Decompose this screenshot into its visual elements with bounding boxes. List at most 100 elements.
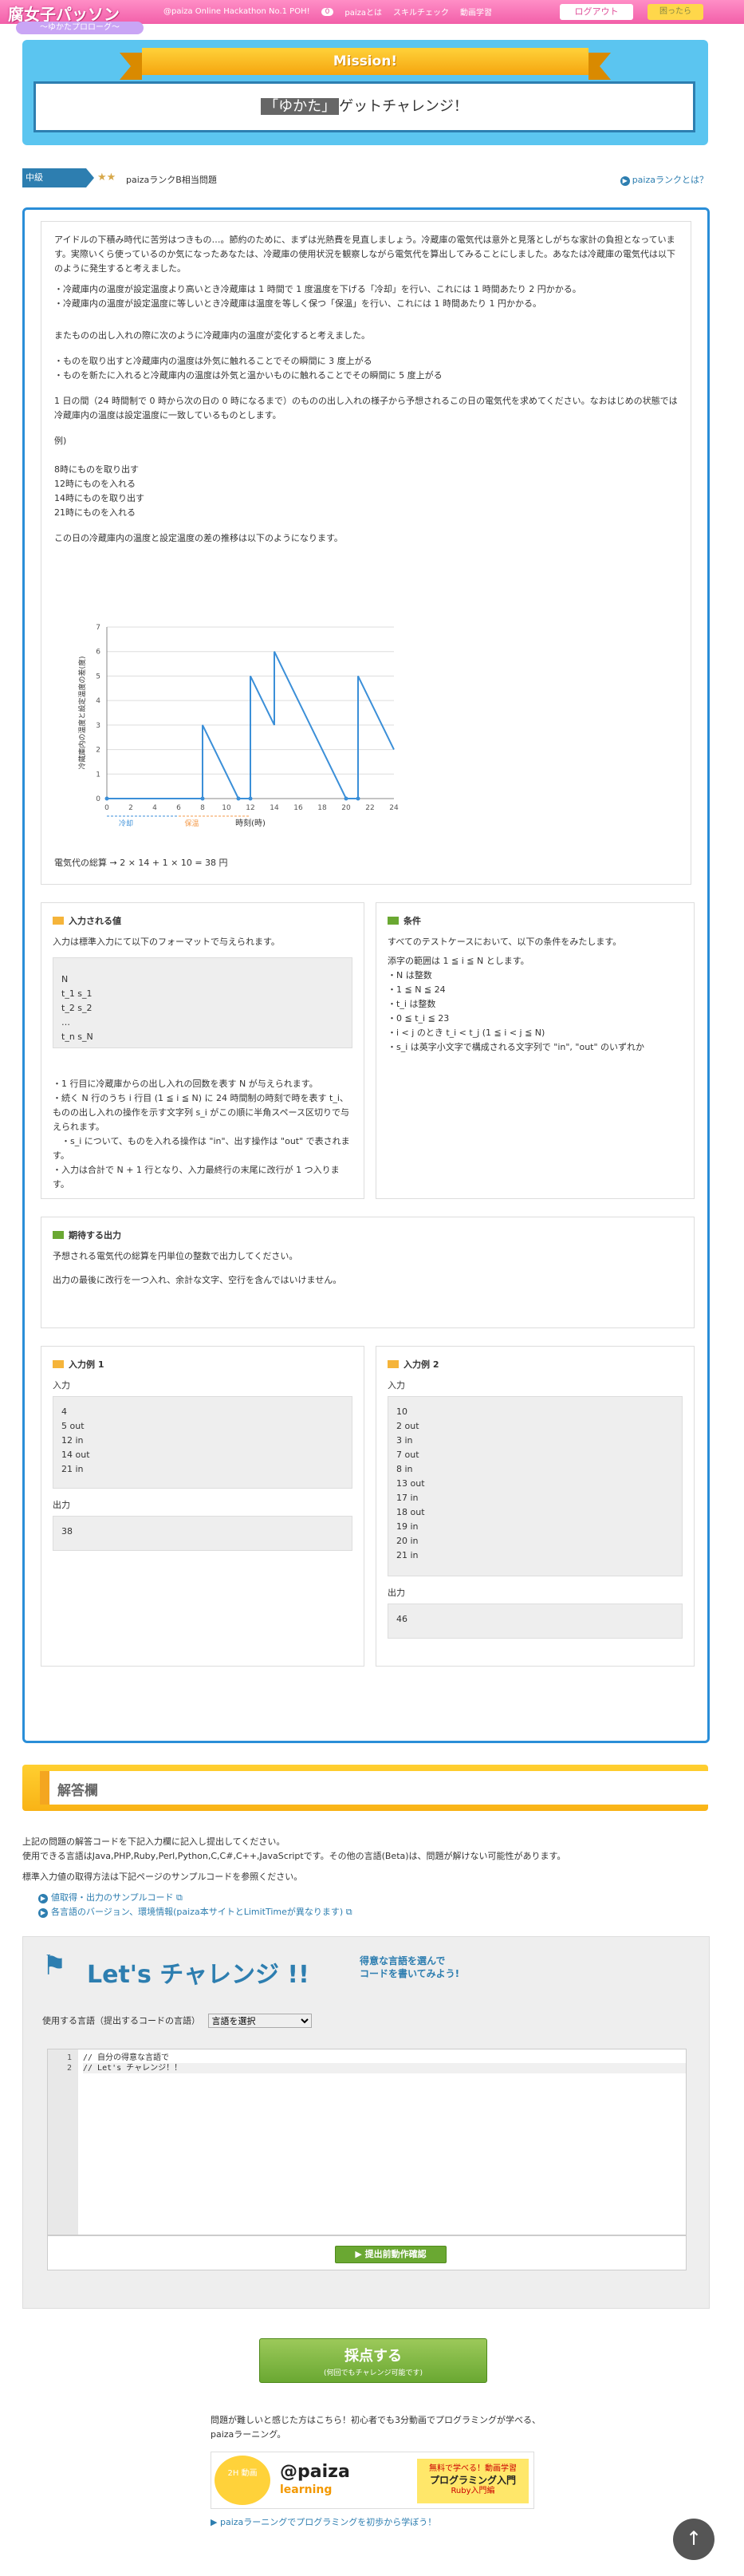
language-row: 使用する言語（提出するコードの言語） 言語を選択: [42, 2014, 312, 2028]
expected-output-line: 出力の最後に改行を一つ入れ、余計な文字、空行を含んではいけません。: [53, 1275, 342, 1285]
temperature-chart: 012345670 2 4 6 8 10 12 14 16 18 20 22 24時刻(時)冷蔵庫内の温…: [77, 624, 399, 828]
level-bar: 中級 ★★ paizaランクB相当問題 ▶ paizaランクとは？: [22, 168, 708, 191]
header-nav: @paiza Online Hackathon No.1 POH! 0 paiz…: [163, 6, 492, 18]
x-tick-label: 14: [270, 804, 279, 812]
input-spec-note: ・s_i について、ものを入れる操作は "in"、出す操作は "out" で表さ…: [53, 1136, 350, 1161]
expected-output-title: 期待する出力: [53, 1229, 683, 1241]
lets-challenge-banner: ⚑ Let's チャレンジ !! 得意な言語を選んで コードを書いてみよう!: [42, 1945, 521, 1989]
y-tick-label: 2: [96, 747, 100, 755]
run-check-button[interactable]: ▶ 提出前動作確認: [335, 2246, 447, 2263]
learning-link[interactable]: ▶ paizaラーニングでプログラミングを初歩から学ぼう！: [211, 2515, 436, 2528]
condition-item: ・s_i は英字小文字で構成される文字列で "in", "out" のいずれか: [388, 1042, 645, 1052]
data-point: [200, 796, 205, 801]
conditions-title: 条件: [388, 914, 683, 927]
mission-panel: Mission! 「ゆかた」 ゲットチャレンジ！: [22, 40, 708, 145]
data-point: [236, 796, 241, 801]
data-point: [356, 796, 360, 801]
problem-paragraph: またものの出し入れの際に次のように冷蔵庫内の温度が変化すると考えました。: [54, 330, 370, 341]
input-spec-note: ・続く N 行のうち i 行目 (1 ≦ i ≦ N) に 24 時間制の時刻で…: [53, 1093, 349, 1132]
answer-header: 解答欄: [22, 1765, 708, 1811]
x-tick-label: 12: [246, 804, 254, 812]
input-spec-note: ・入力は合計で N + 1 行となり、入力最終行の末尾に改行が 1 つ入ります。: [53, 1165, 340, 1189]
condition-item: ・t_i は整数: [388, 999, 436, 1009]
help-button[interactable]: 困ったら: [648, 4, 703, 20]
conditions-card: 条件 すべてのテストケースにおいて、以下の条件をみたします。 添字の範囲は 1 …: [376, 902, 695, 1199]
play-icon: ▶: [355, 2249, 365, 2259]
document-icon: [53, 1231, 64, 1239]
x-tick-label: 20: [341, 804, 351, 812]
input-spec-card: 入力される値 入力は標準入力にて以下のフォーマットで与えられます。 N t_1 …: [41, 902, 364, 1199]
sample-code-link[interactable]: ▶ 値取得・出力のサンプルコード ⧉: [38, 1891, 708, 1905]
notepad-icon: [53, 1360, 64, 1368]
problem-paragraph: 例): [54, 436, 67, 446]
legend-keep: 保温: [185, 819, 199, 828]
data-point: [248, 796, 253, 801]
site-logo[interactable]: 腐女子パッソン ～ゆかたプロローグ～: [5, 2, 156, 37]
expected-output-line: 予想される電気代の総算を円単位の整数で出力してください。: [53, 1251, 298, 1261]
example2-input-label: 入力: [388, 1380, 405, 1391]
instr-line: 上記の問題の解答コードを下記入力欄に記入し提出してください。: [22, 1836, 285, 1847]
nav-count-badge: 0: [321, 7, 334, 16]
x-tick-label: 24: [389, 804, 399, 812]
input-spec-title: 入力される値: [53, 914, 352, 927]
input-format-box: N t_1 s_1 t_2 s_2 … t_n s_N: [53, 957, 352, 1048]
problem-paragraph: ・冷蔵庫内の温度が設定温度に等しいとき冷蔵庫は温度を等しく保つ「保温」を行い、こ…: [54, 298, 541, 309]
y-tick-label: 0: [96, 795, 100, 803]
nav-poh[interactable]: @paiza Online Hackathon No.1 POH!: [163, 7, 310, 16]
instr-line: 使用できる言語はJava,PHP,Ruby,Perl,Python,C,C#,C…: [22, 1851, 566, 1861]
mission-box: 「ゆかた」 ゲットチャレンジ！: [33, 81, 695, 132]
problem-paragraph: 14時にものを取り出す: [54, 493, 144, 503]
x-tick-label: 2: [128, 804, 133, 812]
promo-text: 問題が難しいと感じた方はこちら！初心者でも3分動画でプログラミングが学べる、pa…: [211, 2415, 541, 2440]
language-label: 使用する言語（提出するコードの言語）: [42, 2015, 200, 2026]
rank-link[interactable]: ▶ paizaランクとは？: [620, 173, 708, 186]
answer-instructions: 上記の問題の解答コードを下記入力欄に記入し提出してください。 使用できる言語はJ…: [22, 1835, 708, 1919]
header-bar: 腐女子パッソン ～ゆかたプロローグ～ @paiza Online Hackath…: [0, 0, 744, 34]
mission-highlight: 「ゆかた」: [261, 98, 340, 115]
data-point: [344, 796, 348, 801]
y-axis-label: 冷蔵庫内の温度と設定温度の差(度): [77, 656, 87, 769]
x-tick-label: 8: [200, 804, 205, 812]
problem-paragraph: アイドルの下積み時代に苦労はつきもの…。節約のために、まずは光熱費を見直しましょ…: [54, 235, 676, 274]
banner-brand: @paiza learning: [280, 2462, 350, 2497]
problem-paragraph: この日の冷蔵庫内の温度と設定温度の差の推移は以下のようになります。: [54, 533, 343, 543]
mission-text: ゲットチャレンジ！: [339, 98, 468, 115]
example2-card: 入力例 2 入力 10 2 out 3 in 7 out 8 in 13 out…: [376, 1346, 695, 1667]
condition-item: ・0 ≦ t_i ≦ 23: [388, 1013, 450, 1024]
banner-right: 無料で学べる！動画学習 プログラミング入門 Ruby入門編: [417, 2459, 529, 2503]
code-area[interactable]: // 自分の得意な言語で // Let's チャレンジ！！: [78, 2049, 686, 2073]
example1-title: 入力例 1: [53, 1358, 352, 1371]
lang-version-link[interactable]: ▶ 各言語のバージョン、環境情報(paiza本サイトとLimitTimeが異なりま…: [38, 1905, 708, 1919]
language-select[interactable]: 言語を選択: [207, 2014, 312, 2028]
rank-link-label: paizaランクとは？: [632, 175, 708, 185]
y-tick-label: 3: [96, 722, 100, 730]
level-text: paizaランクB相当問題: [126, 175, 217, 185]
example2-input: 10 2 out 3 in 7 out 8 in 13 out 17 in 18…: [388, 1396, 683, 1576]
code-line: // 自分の得意な言語で: [83, 2053, 170, 2062]
code-editor[interactable]: 1 2 // 自分の得意な言語で // Let's チャレンジ！！: [47, 2049, 687, 2235]
learning-banner[interactable]: 2H 動画 @paiza learning 無料で学べる！動画学習 プログラミング…: [211, 2452, 534, 2509]
example1-input: 4 5 out 12 in 14 out 21 in: [53, 1396, 352, 1489]
problem-paragraph: ・ものを取り出すと冷蔵庫内の温度は外気に触れることでその瞬間に 3 度上がる: [54, 356, 372, 366]
example1-input-label: 入力: [53, 1380, 70, 1391]
nav-about[interactable]: paizaとは: [344, 6, 382, 18]
external-link-icon: ⧉: [175, 1892, 183, 1903]
nav-skillcheck[interactable]: スキルチェック: [393, 6, 449, 18]
nav-video[interactable]: 動画学習: [460, 6, 492, 18]
arrow-circle-icon: ▶: [620, 176, 630, 186]
y-tick-label: 5: [96, 673, 100, 680]
code-line: // Let's チャレンジ！！: [83, 2063, 686, 2073]
submit-label: 採点する: [344, 2348, 402, 2365]
submit-button[interactable]: 採点する (何回でもチャレンジ可能です): [259, 2338, 487, 2383]
condition-item: ・i < j のとき t_i < t_j (1 ≦ i < j ≦ N): [388, 1028, 545, 1038]
logout-button[interactable]: ログアウト: [560, 4, 633, 20]
scroll-top-button[interactable]: ↑: [673, 2519, 714, 2560]
answer-title: 解答欄: [57, 1783, 98, 1799]
example2-output-label: 出力: [388, 1588, 405, 1598]
line-gutter: 1 2: [48, 2049, 78, 2235]
editor-panel: ⚑ Let's チャレンジ !! 得意な言語を選んで コードを書いてみよう! 使用…: [22, 1936, 710, 2309]
problem-statement: アイドルの下積み時代に苦労はつきもの…。節約のために、まずは光熱費を見直しましょ…: [41, 221, 691, 885]
arrow-circle-icon: ▶: [38, 1894, 48, 1903]
y-tick-label: 7: [96, 624, 100, 632]
condition-item: 添字の範囲は 1 ≦ i ≦ N とします。: [388, 956, 529, 966]
